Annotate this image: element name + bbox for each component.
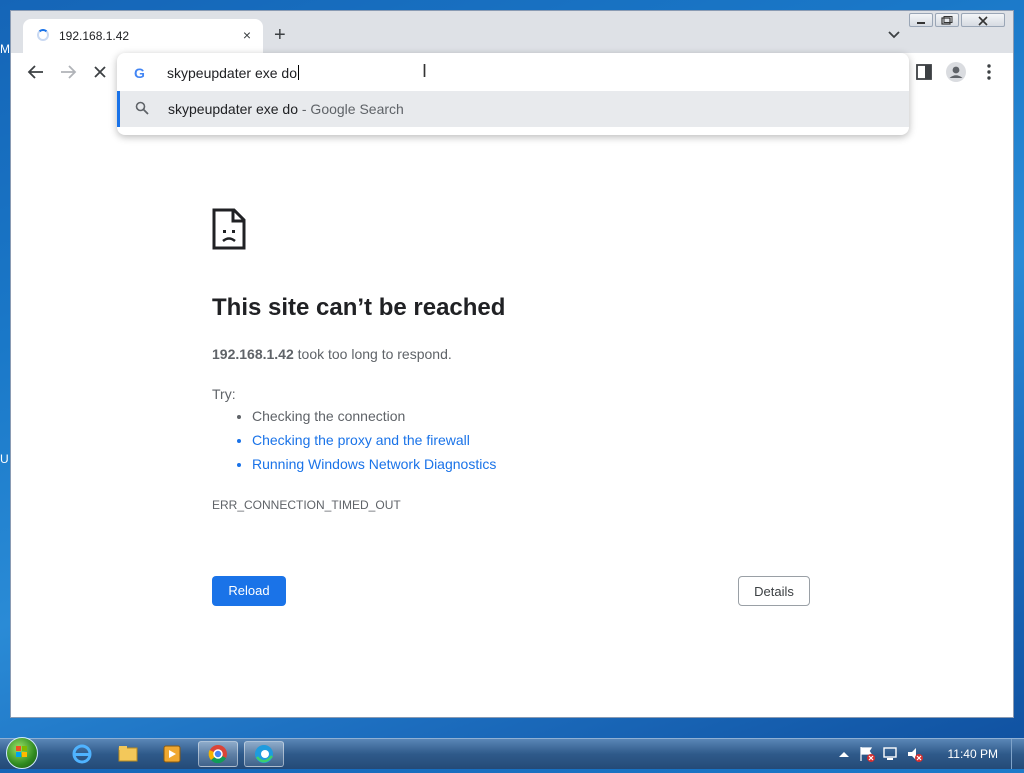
media-player-icon <box>163 745 181 763</box>
forward-arrow-icon[interactable] <box>57 61 79 83</box>
text-caret <box>297 65 299 80</box>
suggestion-network-diagnostics-link[interactable]: Running Windows Network Diagnostics <box>252 452 496 476</box>
error-message: took too long to respond. <box>293 346 452 362</box>
suggestion-list: Checking the connection Checking the pro… <box>212 404 496 476</box>
show-hidden-icons-icon[interactable] <box>838 749 850 759</box>
clock[interactable]: 11:40 PM <box>948 747 998 761</box>
edge-icon <box>255 745 273 763</box>
restore-icon <box>941 16 953 25</box>
error-host: 192.168.1.42 <box>212 346 294 362</box>
back-arrow-icon[interactable] <box>25 61 47 83</box>
page-content: This site can’t be reached 192.168.1.42 … <box>11 91 1013 717</box>
taskbar-edge[interactable] <box>244 741 284 767</box>
try-label: Try: <box>212 386 236 402</box>
google-g-icon: G <box>134 65 145 81</box>
suggestion-check-connection: Checking the connection <box>252 404 496 428</box>
taskbar-media-player[interactable] <box>152 741 192 767</box>
stop-loading-icon[interactable] <box>89 61 111 83</box>
tab-active[interactable]: 192.168.1.42 × <box>23 19 263 53</box>
taskbar-chrome[interactable] <box>198 741 238 767</box>
suggestion-text: skypeupdater exe do - Google Search <box>168 101 404 117</box>
folder-icon <box>118 746 138 762</box>
desktop-icon-label-fragment: U <box>0 452 9 466</box>
omnibox-suggestion[interactable]: skypeupdater exe do - Google Search <box>117 91 909 127</box>
suggestion-query: skypeupdater exe do <box>168 101 298 117</box>
system-tray: 11:40 PM <box>834 739 1024 769</box>
address-input[interactable]: skypeupdater exe do <box>167 65 299 81</box>
close-icon <box>978 16 988 26</box>
action-center-flag-icon[interactable] <box>858 745 876 763</box>
minimize-button[interactable] <box>909 13 933 27</box>
tab-title: 192.168.1.42 <box>59 29 130 43</box>
error-code: ERR_CONNECTION_TIMED_OUT <box>212 498 401 512</box>
tab-close-icon[interactable]: × <box>239 27 255 43</box>
details-button[interactable]: Details <box>738 576 810 606</box>
internet-explorer-icon <box>72 744 92 764</box>
volume-muted-icon[interactable] <box>906 745 924 763</box>
reload-button[interactable]: Reload <box>212 576 286 606</box>
browser-window: 192.168.1.42 × + G skypeupdater exe do I… <box>10 10 1014 718</box>
network-icon[interactable] <box>882 745 900 763</box>
new-tab-button[interactable]: + <box>274 25 286 45</box>
tab-search-chevron-icon[interactable] <box>887 27 901 41</box>
loading-spinner-icon <box>37 29 49 41</box>
menu-kebab-icon[interactable] <box>978 61 1000 83</box>
mouse-ibeam-cursor-icon: I <box>422 61 428 81</box>
maximize-button[interactable] <box>935 13 959 27</box>
suggestion-suffix: - Google Search <box>297 101 404 117</box>
side-panel-icon[interactable] <box>913 61 935 83</box>
profile-avatar-icon[interactable] <box>945 61 967 83</box>
window-controls <box>909 13 1005 27</box>
error-heading: This site can’t be reached <box>212 294 506 321</box>
start-button[interactable] <box>6 737 38 769</box>
minimize-icon <box>917 22 925 24</box>
chrome-icon <box>208 745 227 764</box>
desktop-icon-label-fragment: M <box>0 42 10 56</box>
omnibox-dropdown: G skypeupdater exe do I skypeupdater exe… <box>117 53 909 135</box>
taskbar: 11:40 PM <box>0 737 1024 769</box>
sad-file-icon <box>212 208 246 250</box>
address-input-text: skypeupdater exe do <box>167 65 297 81</box>
taskbar-file-explorer[interactable] <box>108 741 148 767</box>
windows-logo-icon <box>16 746 27 757</box>
error-description: 192.168.1.42 took too long to respond. <box>212 346 452 362</box>
taskbar-internet-explorer[interactable] <box>62 741 102 767</box>
tab-strip: 192.168.1.42 × + <box>11 11 1013 53</box>
show-desktop-button[interactable] <box>1011 739 1024 769</box>
close-window-button[interactable] <box>961 13 1005 27</box>
suggestion-proxy-firewall-link[interactable]: Checking the proxy and the firewall <box>252 428 496 452</box>
search-icon <box>135 101 149 115</box>
